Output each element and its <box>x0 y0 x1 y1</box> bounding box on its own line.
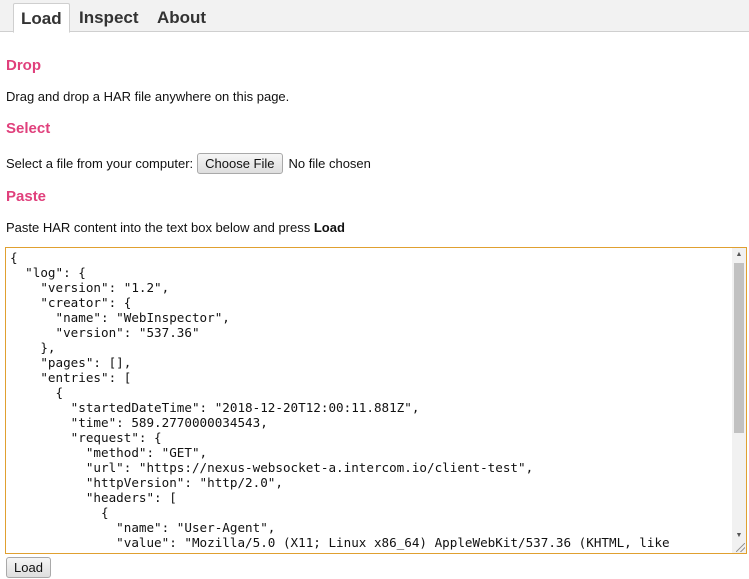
scroll-up-arrow-icon[interactable]: ▲ <box>732 248 746 262</box>
resize-grip-icon[interactable] <box>736 543 745 552</box>
paste-description-load: Load <box>313 220 345 235</box>
file-status: No file chosen <box>288 155 371 171</box>
scroll-down-arrow-icon[interactable]: ▼ <box>732 529 746 543</box>
paste-description-text: Paste HAR content into the text box belo… <box>6 220 314 235</box>
file-select-row: Select a file from your computer: Choose… <box>6 152 371 174</box>
drop-heading: Drop <box>6 57 41 74</box>
paste-heading: Paste <box>6 188 47 205</box>
textarea-scrollbar[interactable]: ▲ ▼ <box>732 248 746 553</box>
choose-file-button[interactable]: Choose File <box>197 152 283 174</box>
tab-about[interactable]: About <box>150 3 213 32</box>
load-button[interactable]: Load <box>6 557 51 578</box>
tab-bar: Load Inspect About <box>0 0 749 33</box>
select-heading: Select <box>6 120 51 137</box>
tab-load[interactable]: Load <box>13 3 70 33</box>
paste-description: Paste HAR content into the text box belo… <box>6 220 345 235</box>
select-description: Select a file from your computer: <box>6 155 194 171</box>
tab-inspect[interactable]: Inspect <box>72 3 146 32</box>
scroll-thumb[interactable] <box>734 263 744 433</box>
drop-description: Drag and drop a HAR file anywhere on thi… <box>6 89 290 104</box>
har-textarea[interactable]: { "log": { "version": "1.2", "creator": … <box>5 247 747 554</box>
har-content[interactable]: { "log": { "version": "1.2", "creator": … <box>10 250 732 550</box>
